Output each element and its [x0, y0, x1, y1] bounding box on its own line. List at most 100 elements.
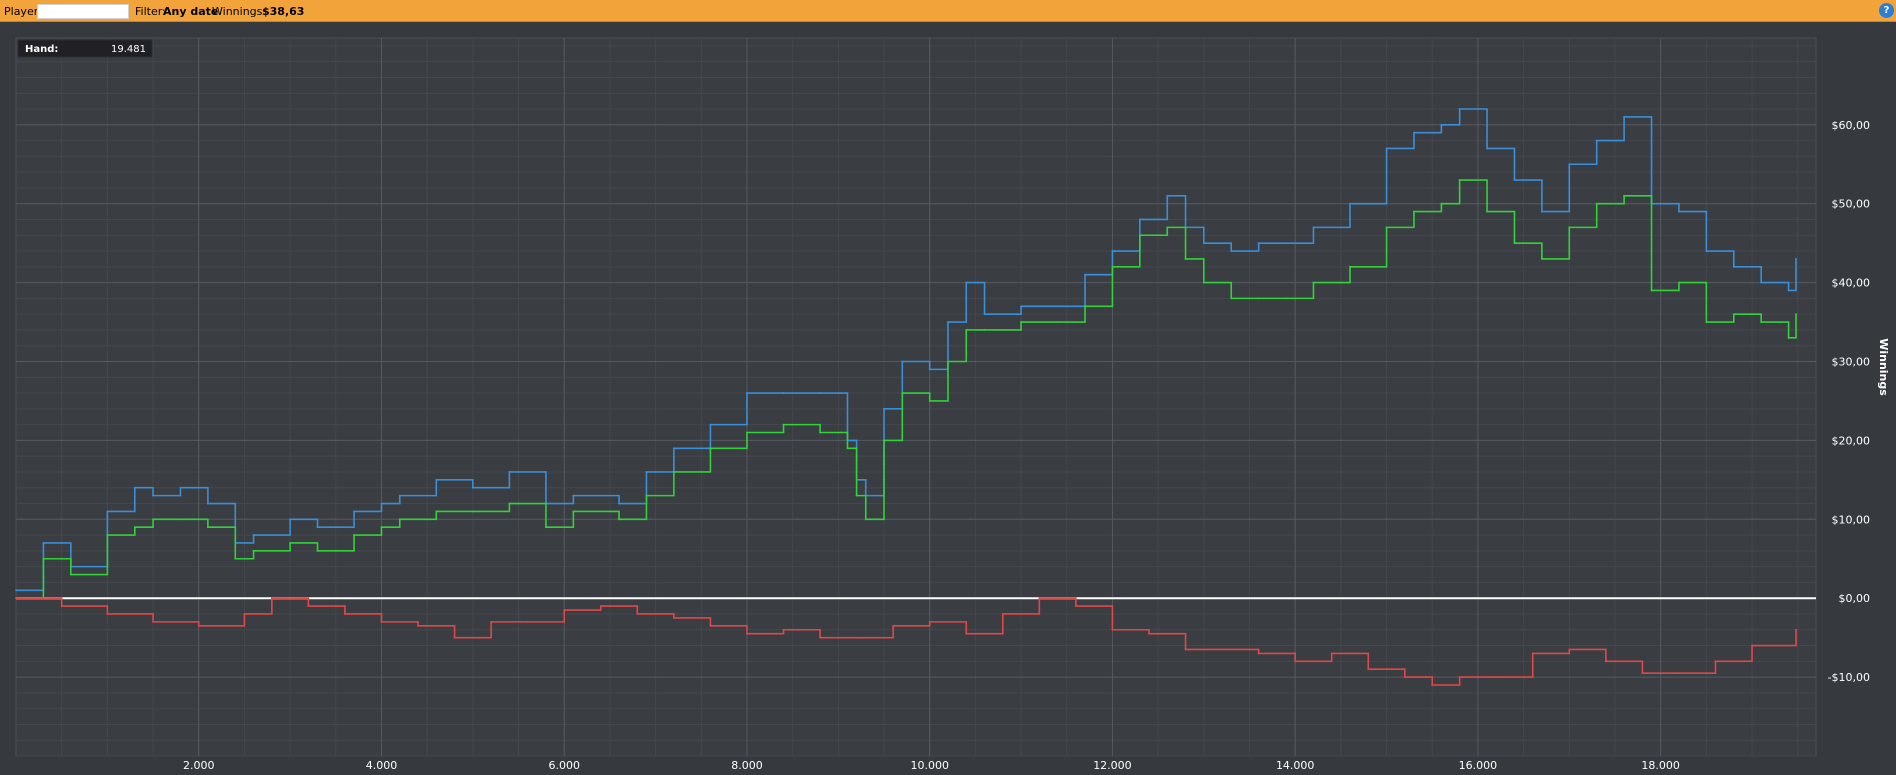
- series-1-point: [983, 313, 986, 316]
- series-3-point: [1038, 597, 1041, 600]
- series-2-point: [618, 518, 620, 521]
- series-2-point: [709, 447, 712, 450]
- series-2-point: [133, 526, 136, 529]
- help-icon[interactable]: ?: [1879, 3, 1894, 18]
- y-tick-label: $60,00: [1832, 119, 1871, 132]
- series-3-point: [270, 597, 273, 600]
- series-1-point: [782, 392, 785, 394]
- series-1-point: [1732, 265, 1735, 268]
- series-1-point: [1230, 250, 1233, 252]
- series-1-point: [1111, 250, 1114, 252]
- series-3-point: [15, 597, 17, 600]
- series-2-point: [819, 431, 821, 434]
- series-1-point: [179, 486, 182, 489]
- series-2-point: [289, 542, 292, 544]
- series-3-point: [782, 628, 785, 631]
- series-3-point: [1751, 644, 1753, 647]
- y-tick-label: -$10,00: [1828, 671, 1870, 684]
- series-1-point: [353, 510, 355, 513]
- series-2-point: [316, 549, 319, 552]
- series-1-point: [1440, 123, 1443, 126]
- series-1-point: [1678, 210, 1680, 213]
- series-1-point: [1312, 226, 1315, 229]
- series-1-point: [1568, 163, 1571, 166]
- series-1-point: [1623, 116, 1626, 118]
- series-2-point: [1568, 226, 1571, 229]
- series-2-point: [398, 518, 401, 521]
- y-tick-label: $50,00: [1832, 198, 1871, 211]
- series-3-point: [197, 624, 200, 627]
- series-2-point: [1111, 265, 1114, 268]
- series-3-point: [417, 624, 419, 627]
- series-1-point: [1385, 147, 1388, 150]
- series-1-point: [152, 494, 154, 497]
- series-1-point: [380, 502, 383, 505]
- series-2-point: [1787, 336, 1790, 339]
- series-2-point: [42, 557, 45, 560]
- series-1-point: [42, 542, 45, 544]
- series-2-point: [1540, 258, 1543, 260]
- series-1-point: [1760, 281, 1763, 284]
- series-2-point: [152, 518, 154, 521]
- filter-label: Filter:: [135, 5, 166, 18]
- y-tick-label: $40,00: [1832, 277, 1871, 290]
- series-3-point: [1604, 660, 1607, 663]
- series-2-point: [782, 423, 785, 426]
- filter-value[interactable]: Any date: [163, 5, 218, 18]
- series-3-point: [709, 624, 712, 627]
- series-1-point: [435, 478, 438, 481]
- series-2-point: [846, 447, 849, 450]
- series-1-point: [572, 494, 575, 497]
- top-toolbar: Player Filter: Any date Winnings: $38,63…: [0, 0, 1896, 22]
- series-3-point: [1074, 605, 1077, 607]
- series-2-point: [572, 510, 575, 513]
- player-input[interactable]: [37, 4, 129, 19]
- series-1-point: [672, 447, 675, 450]
- series-2-point: [1440, 202, 1443, 205]
- series-3-point: [1294, 660, 1297, 663]
- series-2-point: [1650, 289, 1653, 292]
- series-2-point: [106, 534, 109, 536]
- series-1-point: [316, 526, 319, 529]
- series-1-point: [1486, 147, 1488, 150]
- series-3-point: [1568, 648, 1571, 651]
- series-1-point: [1595, 139, 1598, 142]
- x-tick-label: 6.000: [548, 759, 580, 771]
- series-1-point: [1202, 242, 1205, 245]
- series-2-point: [1705, 321, 1708, 323]
- series-3-point: [1184, 648, 1187, 651]
- series-2-point: [252, 549, 255, 552]
- series-2-point: [380, 526, 383, 529]
- series-3-point: [1111, 628, 1114, 631]
- series-3-point: [1714, 660, 1717, 663]
- series-1-point: [15, 589, 17, 592]
- series-2-point: [1312, 281, 1315, 284]
- series-1-point: [508, 471, 511, 473]
- series-3-point: [746, 632, 748, 635]
- winnings-value: $38,63: [262, 5, 305, 18]
- series-2-point: [1795, 313, 1797, 316]
- series-1-point: [289, 518, 292, 521]
- series-3-point: [965, 632, 968, 635]
- x-tick-label: 14.000: [1276, 759, 1315, 771]
- series-2-point: [1138, 234, 1141, 237]
- series-3-point: [928, 620, 931, 623]
- series-2-point: [234, 557, 237, 560]
- series-2-point: [1623, 194, 1626, 197]
- series-1-point: [1056, 305, 1059, 308]
- series-2-point: [1257, 297, 1260, 300]
- series-1-point: [1787, 289, 1790, 292]
- series-3-point: [819, 636, 821, 639]
- series-3-point: [243, 613, 246, 615]
- series-1-point: [471, 486, 474, 489]
- series-3-point: [1257, 652, 1260, 655]
- y-tick-label: $20,00: [1832, 434, 1871, 447]
- series-2-point: [864, 518, 867, 521]
- series-1-point: [819, 392, 821, 394]
- series-3-point: [60, 605, 63, 607]
- series-1-point: [1285, 242, 1287, 245]
- y-axis-label: Winnings: [1877, 338, 1890, 396]
- series-2-point: [435, 510, 438, 513]
- series-2-point: [1056, 321, 1059, 323]
- hand-tooltip: Hand: 19.481: [17, 39, 153, 58]
